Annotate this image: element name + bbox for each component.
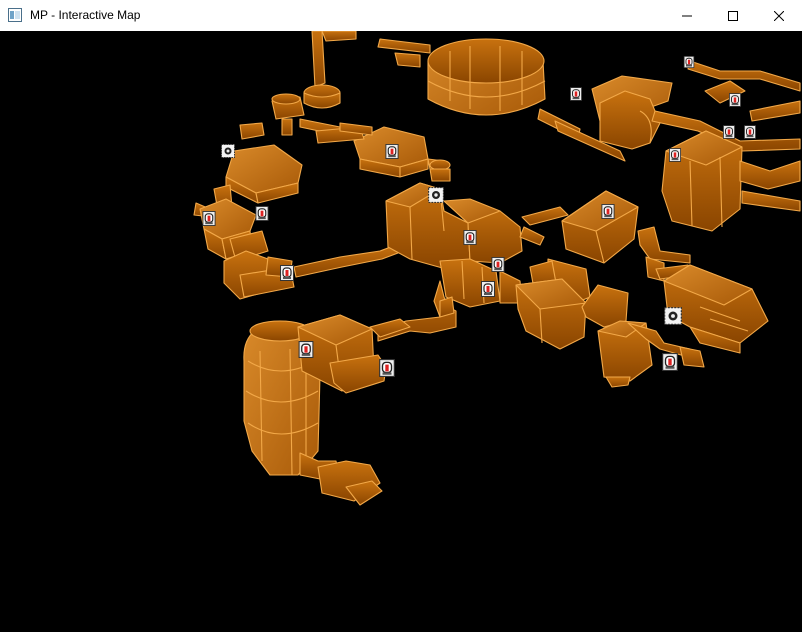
save-station-icon[interactable] — [570, 87, 582, 101]
door-lock-icon[interactable] — [664, 307, 682, 325]
title-bar[interactable]: MP - Interactive Map — [0, 0, 802, 32]
save-station-icon[interactable] — [723, 125, 735, 139]
save-station-icon[interactable] — [298, 341, 314, 358]
save-station-icon[interactable] — [280, 265, 294, 281]
minimize-button[interactable] — [664, 0, 710, 31]
maximize-button[interactable] — [710, 0, 756, 31]
save-station-icon[interactable] — [202, 211, 216, 226]
save-station-icon[interactable] — [729, 93, 741, 107]
save-station-icon[interactable] — [481, 281, 495, 297]
save-station-icon[interactable] — [255, 206, 269, 221]
save-station-icon[interactable] — [491, 257, 505, 272]
window-title: MP - Interactive Map — [30, 8, 141, 22]
close-icon — [774, 10, 784, 21]
elevator-icon[interactable] — [379, 359, 395, 377]
save-station-icon[interactable] — [662, 353, 678, 371]
door-lock-icon[interactable] — [221, 144, 235, 158]
save-station-icon[interactable] — [683, 56, 695, 68]
save-station-icon[interactable] — [669, 148, 681, 162]
app-icon — [8, 8, 22, 22]
map-render[interactable] — [0, 31, 802, 632]
app-window: MP - Interactive Map — [0, 0, 802, 632]
save-station-icon[interactable] — [601, 204, 615, 219]
save-station-icon[interactable] — [744, 125, 756, 139]
maximize-icon — [728, 10, 738, 21]
minimize-icon — [682, 15, 692, 16]
save-station-icon[interactable] — [385, 144, 399, 159]
map-viewport[interactable] — [0, 31, 802, 632]
save-station-icon[interactable] — [463, 230, 477, 245]
door-lock-icon[interactable] — [428, 187, 444, 203]
close-button[interactable] — [756, 0, 802, 31]
